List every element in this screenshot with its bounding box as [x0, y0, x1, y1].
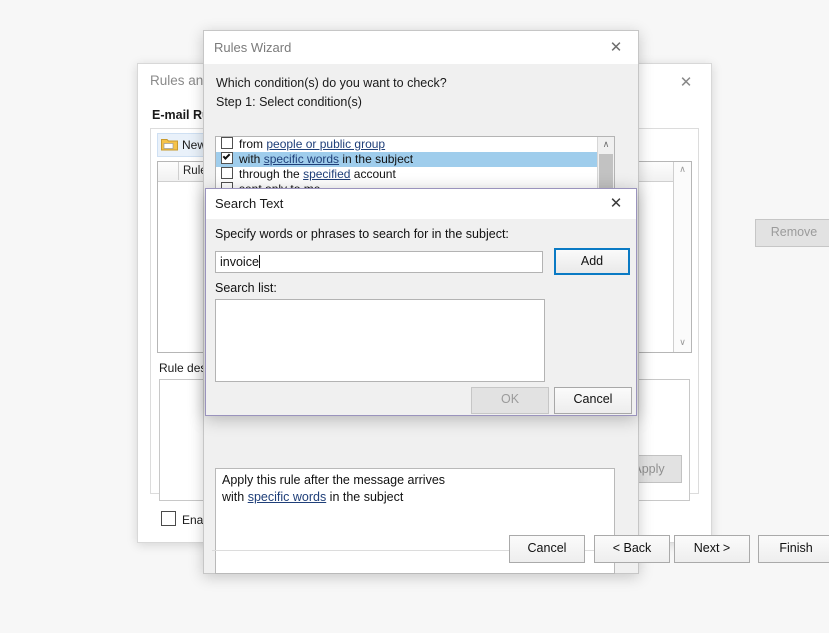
rules-grid-scrollbar[interactable]: ∧ ∨	[673, 162, 691, 352]
condition-text-prefix: through the	[239, 167, 304, 181]
close-icon[interactable]: ✕	[669, 68, 703, 96]
back-button[interactable]: < Back	[594, 535, 670, 563]
description-line-2: with specific words in the subject	[222, 489, 608, 506]
search-text-body: Specify words or phrases to search for i…	[206, 219, 829, 415]
search-text-dialog: Search Text ✕ Specify words or phrases t…	[205, 188, 829, 416]
wizard-button-bar: Cancel < Back Next > Finish	[204, 535, 829, 563]
remove-button[interactable]: Remove	[755, 219, 829, 247]
search-text-input[interactable]: invoice	[215, 251, 543, 273]
close-icon[interactable]: ✕	[599, 190, 633, 217]
condition-text-prefix: from	[239, 137, 267, 151]
condition-link[interactable]: specific words	[264, 152, 339, 166]
chevron-up-icon[interactable]: ∧	[598, 137, 614, 153]
text-caret	[258, 255, 260, 268]
condition-text-suffix: in the subject	[339, 152, 414, 166]
search-list-label: Search list:	[215, 281, 277, 295]
rules-grid-col-checkbox	[158, 162, 179, 180]
condition-row[interactable]: with specific words in the subject	[216, 152, 614, 167]
desc2-prefix: with	[222, 490, 248, 504]
add-button[interactable]: Add	[554, 248, 630, 275]
desc2-suffix: in the subject	[326, 490, 404, 504]
finish-button[interactable]: Finish	[758, 535, 829, 563]
specific-words-link[interactable]: specific words	[248, 490, 327, 504]
ok-button[interactable]: OK	[471, 387, 549, 414]
next-button[interactable]: Next >	[674, 535, 750, 563]
wizard-step1-label: Step 1: Select condition(s)	[216, 95, 362, 109]
close-icon[interactable]: ✕	[598, 33, 634, 61]
search-list-box[interactable]	[215, 299, 545, 382]
cancel-button[interactable]: Cancel	[509, 535, 585, 563]
folder-icon	[161, 139, 178, 151]
condition-link[interactable]: people or public group	[266, 137, 385, 151]
chevron-down-icon[interactable]: ∨	[674, 335, 691, 352]
search-text-titlebar: Search Text ✕	[206, 189, 636, 219]
condition-text-suffix: account	[350, 167, 396, 181]
search-text-title: Search Text	[215, 196, 284, 211]
description-line-1: Apply this rule after the message arrive…	[222, 473, 446, 487]
checkbox-icon	[161, 511, 176, 526]
wizard-question: Which condition(s) do you want to check?	[216, 76, 447, 90]
cancel-button[interactable]: Cancel	[554, 387, 632, 414]
condition-row[interactable]: through the specified account	[216, 167, 614, 182]
condition-row[interactable]: from people or public group	[216, 137, 614, 152]
rules-wizard-titlebar: Rules Wizard ✕	[204, 31, 638, 64]
condition-link[interactable]: specified	[303, 167, 350, 181]
search-text-prompt: Specify words or phrases to search for i…	[215, 227, 509, 241]
condition-text-prefix: with	[239, 152, 264, 166]
checkbox-icon[interactable]	[221, 167, 233, 179]
chevron-up-icon[interactable]: ∧	[674, 162, 691, 179]
checkbox-icon[interactable]	[221, 137, 233, 149]
rules-wizard-title: Rules Wizard	[214, 40, 292, 55]
checkbox-checked-icon[interactable]	[221, 152, 233, 164]
screen-canvas: Rules and Alerts ✕ E-mail Rule New R Rul…	[0, 0, 829, 633]
search-text-input-value: invoice	[220, 255, 259, 269]
